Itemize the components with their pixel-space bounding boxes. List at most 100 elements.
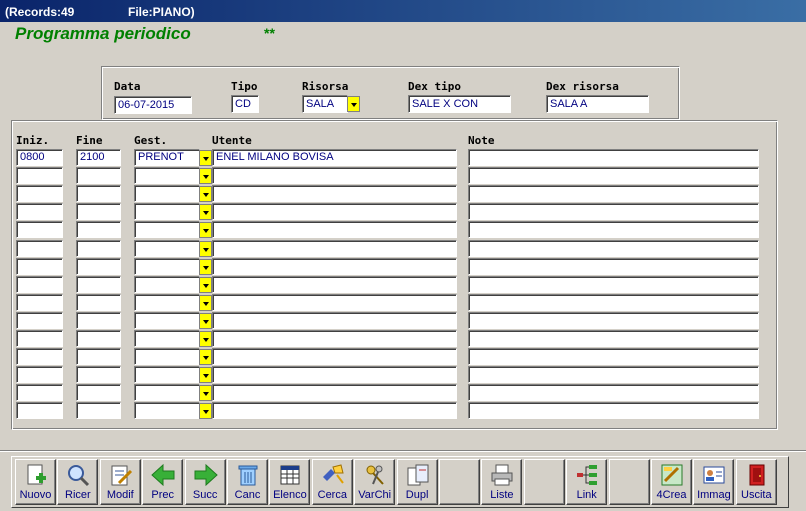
risorsa-field[interactable]: SALA	[302, 95, 348, 113]
cell-utente[interactable]	[212, 294, 457, 311]
cell-utente[interactable]	[212, 185, 457, 202]
gest-dropdown-icon[interactable]	[199, 277, 212, 293]
4crea-button[interactable]: 4Crea	[651, 459, 692, 505]
elenco-button[interactable]: Elenco	[269, 459, 311, 505]
gest-dropdown-icon[interactable]	[199, 367, 212, 383]
cell-gest[interactable]	[134, 258, 200, 275]
cell-note[interactable]	[468, 167, 759, 184]
cell-note[interactable]	[468, 221, 759, 238]
cell-gest[interactable]	[134, 330, 200, 347]
gest-dropdown-icon[interactable]	[199, 349, 212, 365]
gest-dropdown-icon[interactable]	[199, 385, 212, 401]
cell-iniz[interactable]	[16, 402, 63, 419]
cell-utente[interactable]	[212, 384, 457, 401]
cell-utente[interactable]	[212, 312, 457, 329]
cell-iniz[interactable]: 0800	[16, 149, 63, 166]
cell-gest[interactable]	[134, 221, 200, 238]
cell-note[interactable]	[468, 348, 759, 365]
cell-gest[interactable]	[134, 294, 200, 311]
cell-note[interactable]	[468, 330, 759, 347]
gest-dropdown-icon[interactable]	[199, 186, 212, 202]
cell-note[interactable]	[468, 149, 759, 166]
cell-fine[interactable]: 2100	[76, 149, 121, 166]
cell-iniz[interactable]	[16, 366, 63, 383]
gest-dropdown-icon[interactable]	[199, 222, 212, 238]
cell-gest[interactable]	[134, 312, 200, 329]
ricer-button[interactable]: Ricer	[57, 459, 99, 505]
data-field[interactable]: 06-07-2015	[114, 96, 192, 114]
cell-fine[interactable]	[76, 258, 121, 275]
cell-utente[interactable]: ENEL MILANO BOVISA	[212, 149, 457, 166]
risorsa-dropdown-icon[interactable]	[347, 96, 360, 112]
cell-gest[interactable]	[134, 348, 200, 365]
succ-button[interactable]: Succ	[184, 459, 226, 505]
cell-note[interactable]	[468, 312, 759, 329]
gest-dropdown-icon[interactable]	[199, 331, 212, 347]
uscita-button[interactable]: Uscita	[735, 459, 777, 505]
cell-gest[interactable]	[134, 366, 200, 383]
cell-fine[interactable]	[76, 366, 121, 383]
cell-utente[interactable]	[212, 276, 457, 293]
cell-fine[interactable]	[76, 312, 121, 329]
cell-fine[interactable]	[76, 240, 121, 257]
cell-utente[interactable]	[212, 221, 457, 238]
cell-gest[interactable]	[134, 240, 200, 257]
gest-dropdown-icon[interactable]	[199, 241, 212, 257]
cell-fine[interactable]	[76, 294, 121, 311]
cell-utente[interactable]	[212, 366, 457, 383]
cell-fine[interactable]	[76, 203, 121, 220]
cell-fine[interactable]	[76, 402, 121, 419]
empty-toolbar-slot[interactable]	[608, 459, 650, 505]
liste-button[interactable]: Liste	[481, 459, 523, 505]
cell-note[interactable]	[468, 276, 759, 293]
cell-iniz[interactable]	[16, 167, 63, 184]
cell-fine[interactable]	[76, 185, 121, 202]
cell-note[interactable]	[468, 384, 759, 401]
cell-iniz[interactable]	[16, 294, 63, 311]
cell-utente[interactable]	[212, 167, 457, 184]
gest-dropdown-icon[interactable]	[199, 168, 212, 184]
cell-gest[interactable]	[134, 167, 200, 184]
cell-fine[interactable]	[76, 330, 121, 347]
cell-gest[interactable]: PRENOT	[134, 149, 200, 166]
cell-iniz[interactable]	[16, 330, 63, 347]
dupl-button[interactable]: Dupl	[396, 459, 438, 505]
gest-dropdown-icon[interactable]	[199, 295, 212, 311]
empty-toolbar-slot[interactable]	[439, 459, 480, 505]
cell-iniz[interactable]	[16, 203, 63, 220]
cell-iniz[interactable]	[16, 240, 63, 257]
cell-note[interactable]	[468, 185, 759, 202]
cell-iniz[interactable]	[16, 185, 63, 202]
empty-toolbar-slot[interactable]	[523, 459, 565, 505]
cell-note[interactable]	[468, 240, 759, 257]
gest-dropdown-icon[interactable]	[199, 150, 212, 166]
varchi-button[interactable]: VarChi	[354, 459, 396, 505]
cell-iniz[interactable]	[16, 258, 63, 275]
cell-gest[interactable]	[134, 276, 200, 293]
cell-utente[interactable]	[212, 240, 457, 257]
gest-dropdown-icon[interactable]	[199, 313, 212, 329]
cell-iniz[interactable]	[16, 384, 63, 401]
cell-utente[interactable]	[212, 330, 457, 347]
nuovo-button[interactable]: Nuovo	[15, 459, 56, 505]
cell-note[interactable]	[468, 203, 759, 220]
cell-gest[interactable]	[134, 185, 200, 202]
cell-utente[interactable]	[212, 348, 457, 365]
link-button[interactable]: Link	[566, 459, 608, 505]
tipo-field[interactable]: CD	[231, 95, 259, 113]
cell-gest[interactable]	[134, 203, 200, 220]
cell-fine[interactable]	[76, 384, 121, 401]
cell-iniz[interactable]	[16, 312, 63, 329]
cell-gest[interactable]	[134, 384, 200, 401]
cell-utente[interactable]	[212, 203, 457, 220]
cell-iniz[interactable]	[16, 348, 63, 365]
dex-tipo-field[interactable]: SALE X CON	[408, 95, 511, 113]
cell-note[interactable]	[468, 258, 759, 275]
dex-risorsa-field[interactable]: SALA A	[546, 95, 649, 113]
cell-fine[interactable]	[76, 221, 121, 238]
prec-button[interactable]: Prec	[142, 459, 184, 505]
cell-utente[interactable]	[212, 402, 457, 419]
cell-note[interactable]	[468, 402, 759, 419]
gest-dropdown-icon[interactable]	[199, 259, 212, 275]
cell-utente[interactable]	[212, 258, 457, 275]
